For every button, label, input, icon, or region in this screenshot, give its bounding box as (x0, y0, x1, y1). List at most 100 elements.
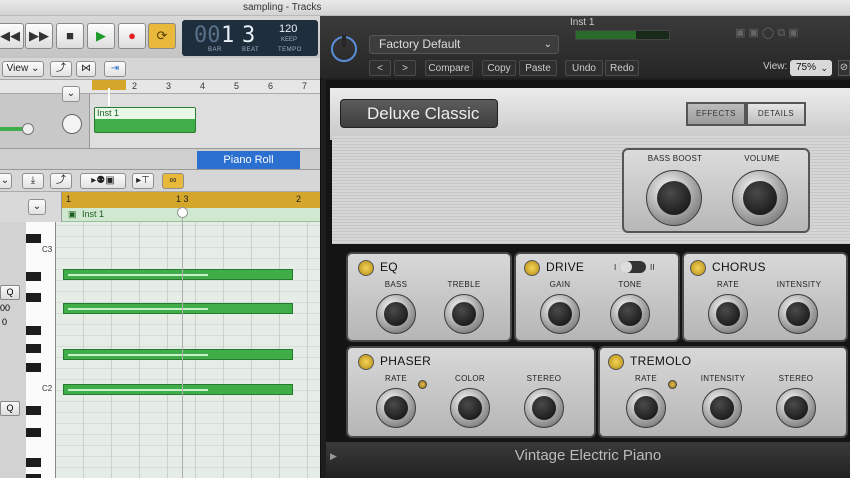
velocity-value: 0 (2, 317, 8, 327)
bass-boost-knob[interactable] (646, 170, 702, 226)
black-key[interactable] (26, 406, 41, 415)
collapse-icon[interactable]: ⤓ (22, 173, 44, 189)
forward-button[interactable]: ▶▶ (25, 23, 53, 49)
midi-in-icon[interactable]: ▸⚉▣ (80, 173, 126, 189)
phaser-color-knob[interactable] (450, 388, 490, 428)
track-options-icon[interactable]: ⌄ (62, 86, 80, 102)
piano-roll-region[interactable]: ▣ Inst 1 (62, 208, 320, 222)
drive-gain-knob[interactable] (540, 294, 580, 334)
compare-button[interactable]: Compare (425, 60, 473, 76)
record-button[interactable]: ● (118, 23, 146, 49)
redo-button[interactable]: Redo (605, 60, 639, 76)
flex-icon[interactable]: ⋈ (76, 61, 96, 77)
prev-preset-button[interactable]: < (369, 60, 391, 76)
note-grid[interactable] (56, 222, 320, 478)
tremolo-rate-label: RATE (635, 374, 657, 383)
tremolo-intensity-label: INTENSITY (700, 374, 746, 383)
output-meter (575, 30, 670, 40)
tremolo-intensity-knob[interactable] (702, 388, 742, 428)
undo-button[interactable]: Undo (565, 60, 603, 76)
lcd-display[interactable]: 00 1 3 BAR BEAT 120 KEEP TEMPO (182, 20, 318, 56)
chorus-rate-knob[interactable] (708, 294, 748, 334)
drive-switch[interactable] (620, 261, 646, 273)
power-icon[interactable] (331, 35, 357, 62)
ruler-mark: 7 (302, 81, 308, 91)
quantize-button[interactable]: Q (0, 285, 20, 300)
black-key[interactable] (26, 293, 41, 302)
expand-triangle-icon[interactable]: ▶ (330, 442, 337, 470)
region-name: Inst 1 (82, 209, 105, 219)
tremolo-power-button[interactable] (608, 354, 624, 370)
phaser-power-button[interactable] (358, 354, 374, 370)
eq-bass-knob[interactable] (376, 294, 416, 334)
black-key[interactable] (26, 326, 41, 335)
piano-roll-toolbar: ⌄ ⤓ ⤴ ▸⚉▣ ▸⊤ ∞ (0, 170, 320, 192)
pan-knob[interactable] (62, 114, 82, 134)
piano-roll-ruler[interactable]: 1 1 3 2 (62, 192, 320, 208)
black-key[interactable] (26, 428, 41, 437)
stop-button[interactable]: ■ (56, 23, 84, 49)
black-key[interactable] (26, 458, 41, 467)
catch-playhead-icon[interactable]: ⇥ (104, 61, 126, 77)
playhead-handle[interactable] (177, 207, 188, 218)
copy-button[interactable]: Copy (482, 60, 516, 76)
cycle-button[interactable]: ⟳ (148, 23, 176, 49)
midi-note[interactable] (63, 269, 293, 280)
black-key[interactable] (26, 272, 41, 281)
quantize-button[interactable]: Q (0, 401, 20, 416)
phaser-rate-knob[interactable] (376, 388, 416, 428)
chorus-power-button[interactable] (690, 260, 706, 276)
next-preset-button[interactable]: > (394, 60, 416, 76)
eq-title: EQ (380, 260, 398, 274)
title-bar: sampling - Tracks (0, 0, 850, 16)
tremolo-sync-led[interactable] (668, 380, 677, 389)
midi-note[interactable] (63, 303, 293, 314)
catch-icon[interactable]: ▸⊤ (132, 173, 154, 189)
black-key[interactable] (26, 344, 41, 353)
playhead[interactable] (182, 208, 183, 478)
automation-icon[interactable]: ⤴ (50, 173, 72, 189)
lcd-bar: 1 (221, 23, 235, 48)
midi-region[interactable]: Inst 1 (94, 107, 196, 133)
phaser-sync-led[interactable] (418, 380, 427, 389)
tracks-ruler[interactable]: 1 2 3 4 5 6 7 (0, 80, 320, 94)
drive-switch-label-i: I (614, 263, 617, 272)
automation-icon[interactable]: ⤴ (50, 61, 72, 77)
tremolo-stereo-knob[interactable] (776, 388, 816, 428)
editor-menu-button[interactable]: ⌄ (0, 173, 12, 189)
view-menu-button[interactable]: View ⌄ (2, 61, 44, 77)
volume-slider-handle[interactable] (22, 123, 34, 135)
preset-dropdown[interactable]: Factory Default ⌄ (369, 35, 559, 54)
zoom-dropdown[interactable]: 75% ⌄ (790, 60, 832, 76)
volume-knob[interactable] (732, 170, 788, 226)
region-name: Inst 1 (95, 108, 195, 119)
tab-effects[interactable]: EFFECTS (686, 102, 746, 126)
eq-panel: EQ BASS TREBLE (346, 252, 512, 342)
plugin-header-icons: ▣ ▣ ◯ ⧉ ▣ (735, 27, 799, 39)
track-header[interactable]: ⌄ (0, 86, 90, 148)
playhead-top (108, 88, 110, 106)
rewind-button[interactable]: ◀◀ (0, 23, 24, 49)
black-key[interactable] (26, 474, 41, 478)
drive-panel: DRIVE I II GAIN TONE (514, 252, 680, 342)
phaser-stereo-knob[interactable] (524, 388, 564, 428)
eq-treble-label: TREBLE (447, 280, 481, 289)
tab-piano-roll[interactable]: Piano Roll (197, 151, 300, 169)
tremolo-rate-knob[interactable] (626, 388, 666, 428)
eq-power-button[interactable] (358, 260, 374, 276)
black-key[interactable] (26, 234, 41, 243)
region-options-icon[interactable]: ⌄ (28, 199, 46, 215)
play-button[interactable]: ▶ (87, 23, 115, 49)
midi-note[interactable] (63, 384, 293, 395)
black-key[interactable] (26, 363, 41, 372)
tab-details[interactable]: DETAILS (746, 102, 806, 126)
midi-note[interactable] (63, 349, 293, 360)
link-icon[interactable]: ⊘ (838, 60, 850, 76)
link-icon[interactable]: ∞ (162, 173, 184, 189)
piano-keyboard[interactable]: C3 C2 (26, 222, 56, 478)
drive-tone-knob[interactable] (610, 294, 650, 334)
chorus-intensity-knob[interactable] (778, 294, 818, 334)
paste-button[interactable]: Paste (519, 60, 557, 76)
drive-power-button[interactable] (524, 260, 540, 276)
eq-treble-knob[interactable] (444, 294, 484, 334)
